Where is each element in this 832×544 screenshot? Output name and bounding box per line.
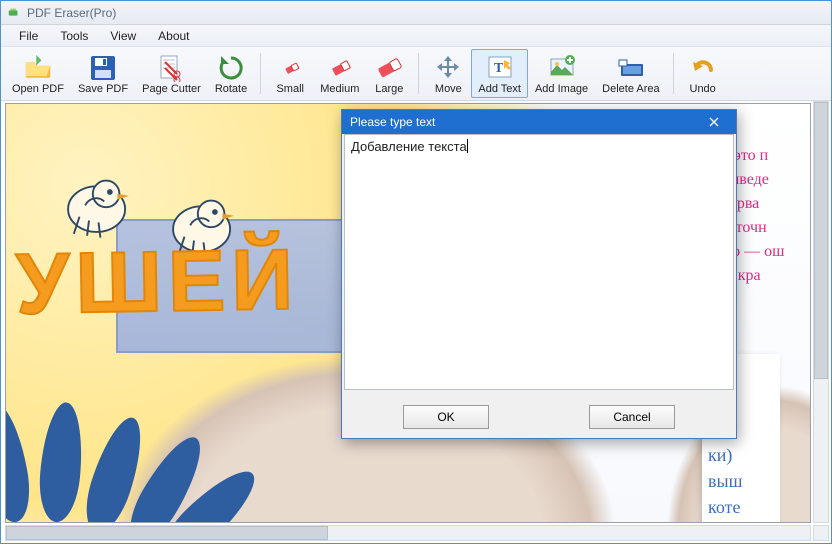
rotate-label: Rotate bbox=[215, 83, 247, 95]
horizontal-scrollbar[interactable] bbox=[5, 525, 811, 541]
open-pdf-label: Open PDF bbox=[12, 83, 64, 95]
add-text-button[interactable]: T Add Text bbox=[471, 49, 528, 98]
rotate-icon bbox=[217, 55, 245, 81]
add-image-icon bbox=[548, 55, 576, 81]
move-icon bbox=[434, 55, 462, 81]
delete-area-button[interactable]: Delete Area bbox=[595, 49, 666, 98]
toolbar-separator bbox=[260, 53, 261, 94]
save-pdf-button[interactable]: Save PDF bbox=[71, 49, 135, 98]
menu-about[interactable]: About bbox=[148, 27, 199, 45]
leaves-illustration bbox=[6, 262, 256, 522]
save-icon bbox=[89, 55, 117, 81]
app-icon bbox=[7, 6, 21, 20]
vertical-scrollbar[interactable] bbox=[813, 101, 829, 523]
text-caret bbox=[467, 139, 468, 153]
window-title: PDF Eraser(Pro) bbox=[27, 6, 116, 20]
open-folder-icon bbox=[24, 55, 52, 81]
move-label: Move bbox=[435, 83, 462, 95]
save-pdf-label: Save PDF bbox=[78, 83, 128, 95]
toolbar: Open PDF Save PDF Page Cutter Rotate Sma… bbox=[1, 47, 831, 101]
app-window: PDF Eraser(Pro) File Tools View About Op… bbox=[0, 0, 832, 544]
text-input[interactable]: Добавление текста bbox=[344, 134, 734, 390]
toolbar-separator bbox=[418, 53, 419, 94]
rotate-button[interactable]: Rotate bbox=[208, 49, 254, 98]
page-cutter-label: Page Cutter bbox=[142, 83, 201, 95]
page-cutter-button[interactable]: Page Cutter bbox=[135, 49, 208, 98]
undo-icon bbox=[689, 55, 717, 81]
svg-text:T: T bbox=[494, 61, 504, 76]
cancel-button[interactable]: Cancel bbox=[589, 405, 675, 429]
undo-label: Undo bbox=[690, 83, 716, 95]
eraser-small-button[interactable]: Small bbox=[267, 49, 313, 98]
dialog-title: Please type text bbox=[350, 115, 435, 129]
ok-button[interactable]: OK bbox=[403, 405, 489, 429]
eraser-large-icon bbox=[375, 55, 403, 81]
scroll-corner bbox=[813, 525, 829, 541]
eraser-medium-icon bbox=[326, 55, 354, 81]
scrollbar-thumb[interactable] bbox=[814, 102, 828, 379]
menu-file[interactable]: File bbox=[9, 27, 48, 45]
eraser-small-label: Small bbox=[276, 83, 304, 95]
undo-button[interactable]: Undo bbox=[680, 49, 726, 98]
text-input-dialog: Please type text Добавление текста OK Ca… bbox=[341, 109, 737, 439]
move-button[interactable]: Move bbox=[425, 49, 471, 98]
delete-area-icon bbox=[617, 55, 645, 81]
eraser-medium-label: Medium bbox=[320, 83, 359, 95]
menubar: File Tools View About bbox=[1, 25, 831, 47]
scrollbar-thumb[interactable] bbox=[6, 526, 328, 540]
dialog-titlebar[interactable]: Please type text bbox=[342, 110, 736, 134]
add-text-icon: T bbox=[486, 55, 514, 81]
dialog-body: Добавление текста OK Cancel bbox=[342, 134, 736, 438]
eraser-medium-button[interactable]: Medium bbox=[313, 49, 366, 98]
menu-tools[interactable]: Tools bbox=[50, 27, 98, 45]
text-input-value: Добавление текста bbox=[351, 139, 467, 154]
dialog-close-button[interactable] bbox=[698, 113, 730, 131]
menu-view[interactable]: View bbox=[100, 27, 146, 45]
add-image-button[interactable]: Add Image bbox=[528, 49, 595, 98]
scissors-icon bbox=[157, 55, 185, 81]
eraser-large-button[interactable]: Large bbox=[366, 49, 412, 98]
eraser-large-label: Large bbox=[375, 83, 403, 95]
dialog-button-row: OK Cancel bbox=[342, 396, 736, 438]
close-icon bbox=[709, 117, 719, 127]
add-image-label: Add Image bbox=[535, 83, 588, 95]
open-pdf-button[interactable]: Open PDF bbox=[5, 49, 71, 98]
toolbar-separator bbox=[673, 53, 674, 94]
eraser-small-icon bbox=[276, 55, 304, 81]
add-text-label: Add Text bbox=[478, 83, 521, 95]
titlebar: PDF Eraser(Pro) bbox=[1, 1, 831, 25]
delete-area-label: Delete Area bbox=[602, 83, 659, 95]
